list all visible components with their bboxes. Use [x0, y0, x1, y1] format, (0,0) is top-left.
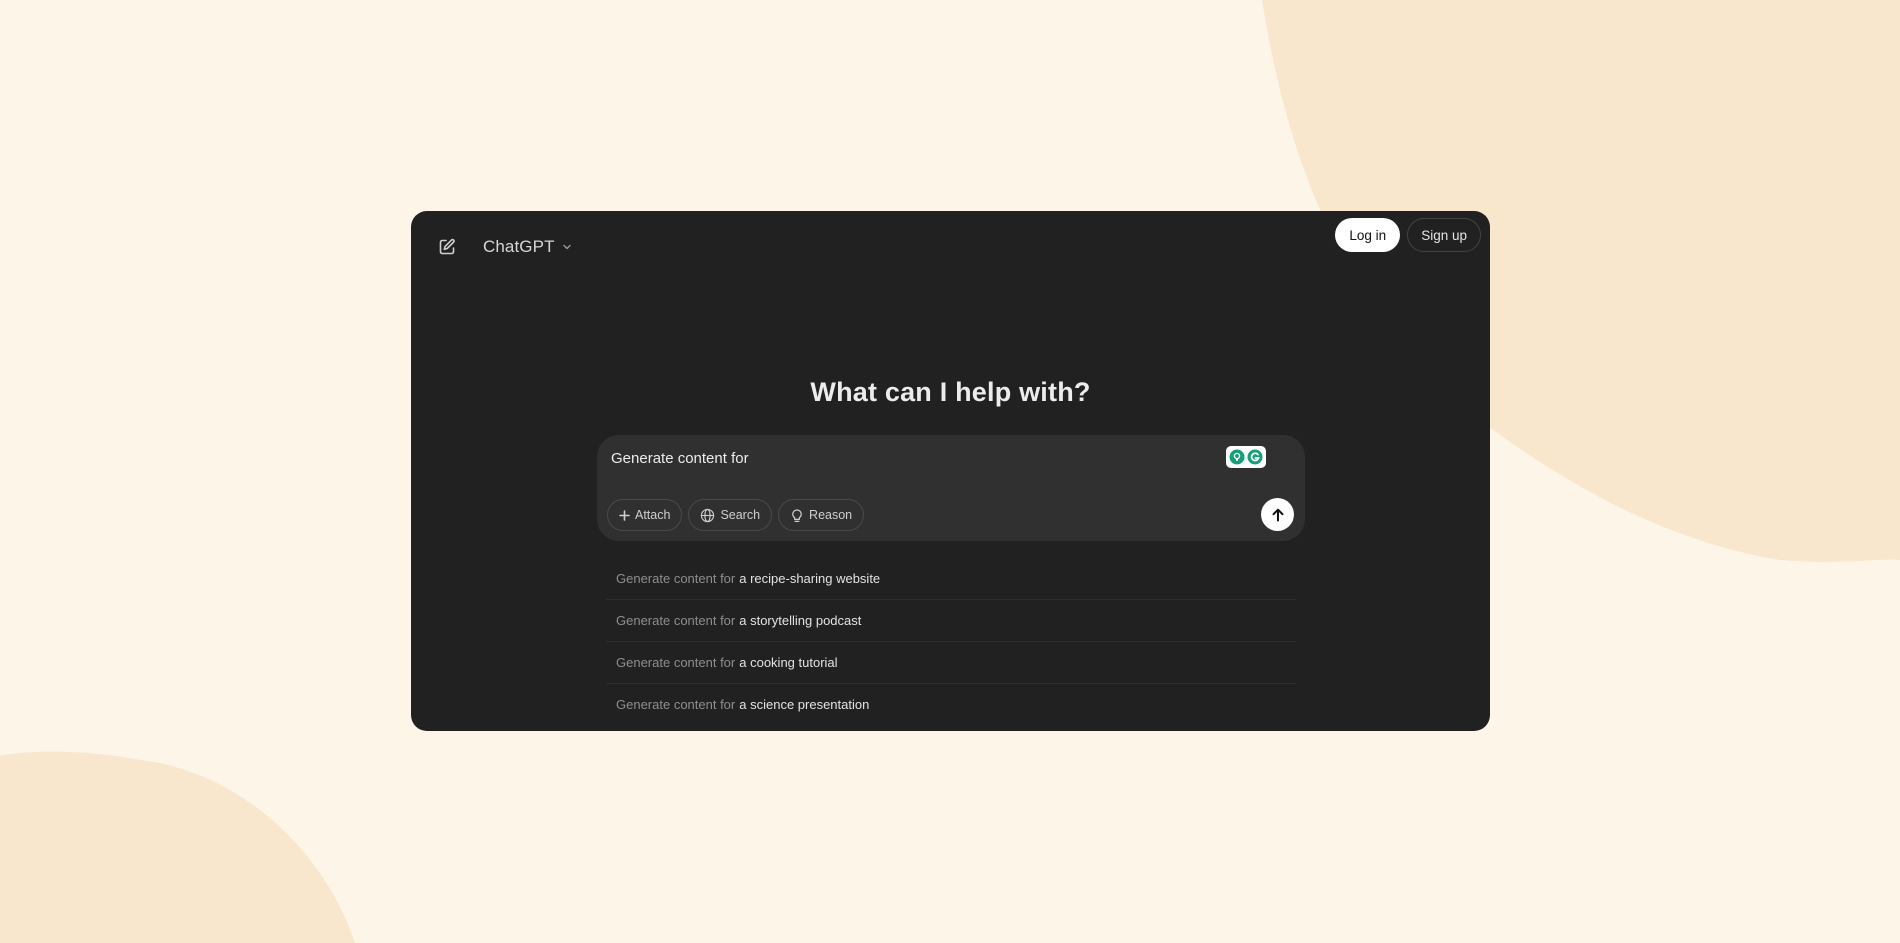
- plus-icon: [619, 509, 630, 521]
- signup-button[interactable]: Sign up: [1407, 218, 1481, 252]
- lightbulb-icon: [792, 508, 802, 522]
- suggestion-item[interactable]: Generate content for a storytelling podc…: [606, 600, 1296, 642]
- search-label: Search: [720, 508, 761, 522]
- suggestion-prefix: Generate content for: [616, 697, 736, 712]
- suggestion-topic: a storytelling podcast: [739, 613, 862, 628]
- reason-label: Reason: [809, 508, 853, 522]
- grammarly-widget[interactable]: [1226, 446, 1266, 468]
- chatgpt-window: ChatGPT Log in Sign up What can I help w…: [411, 211, 1490, 731]
- attach-label: Attach: [635, 508, 671, 522]
- suggestion-topic: a cooking tutorial: [739, 655, 838, 670]
- send-button[interactable]: [1261, 498, 1294, 531]
- edit-icon: [439, 238, 455, 255]
- page-title: What can I help with?: [810, 377, 1091, 407]
- search-button[interactable]: Search: [688, 499, 773, 531]
- suggestion-prefix: Generate content for: [616, 655, 736, 670]
- attach-button[interactable]: Attach: [607, 499, 683, 531]
- composer-tools: Attach Search Reason: [607, 499, 865, 531]
- grammarly-icon: [1247, 449, 1263, 465]
- model-name: ChatGPT: [483, 237, 555, 256]
- header-right: Log in Sign up: [1335, 218, 1481, 252]
- suggestion-item[interactable]: Generate content for a science presentat…: [606, 684, 1296, 725]
- new-chat-button[interactable]: [429, 229, 465, 265]
- suggestion-prefix: Generate content for: [616, 571, 736, 586]
- suggestion-item[interactable]: Generate content for a cooking tutorial: [606, 642, 1296, 684]
- suggestion-topic: a recipe-sharing website: [739, 571, 881, 586]
- arrow-up-icon: [1272, 508, 1283, 521]
- login-button[interactable]: Log in: [1335, 218, 1401, 252]
- suggestion-list: Generate content for a recipe-sharing we…: [606, 558, 1296, 725]
- header-left: ChatGPT: [429, 225, 579, 269]
- prompt-input[interactable]: [611, 446, 1211, 470]
- composer: Attach Search Reason: [597, 435, 1305, 541]
- suggestion-item[interactable]: Generate content for a recipe-sharing we…: [606, 558, 1296, 600]
- chevron-down-icon: [562, 244, 571, 250]
- suggestion-prefix: Generate content for: [616, 613, 736, 628]
- model-selector[interactable]: ChatGPT: [477, 233, 579, 261]
- globe-icon: [701, 508, 715, 522]
- suggestion-topic: a science presentation: [739, 697, 870, 712]
- reason-button[interactable]: Reason: [778, 499, 865, 531]
- lightbulb-icon: [1229, 449, 1245, 465]
